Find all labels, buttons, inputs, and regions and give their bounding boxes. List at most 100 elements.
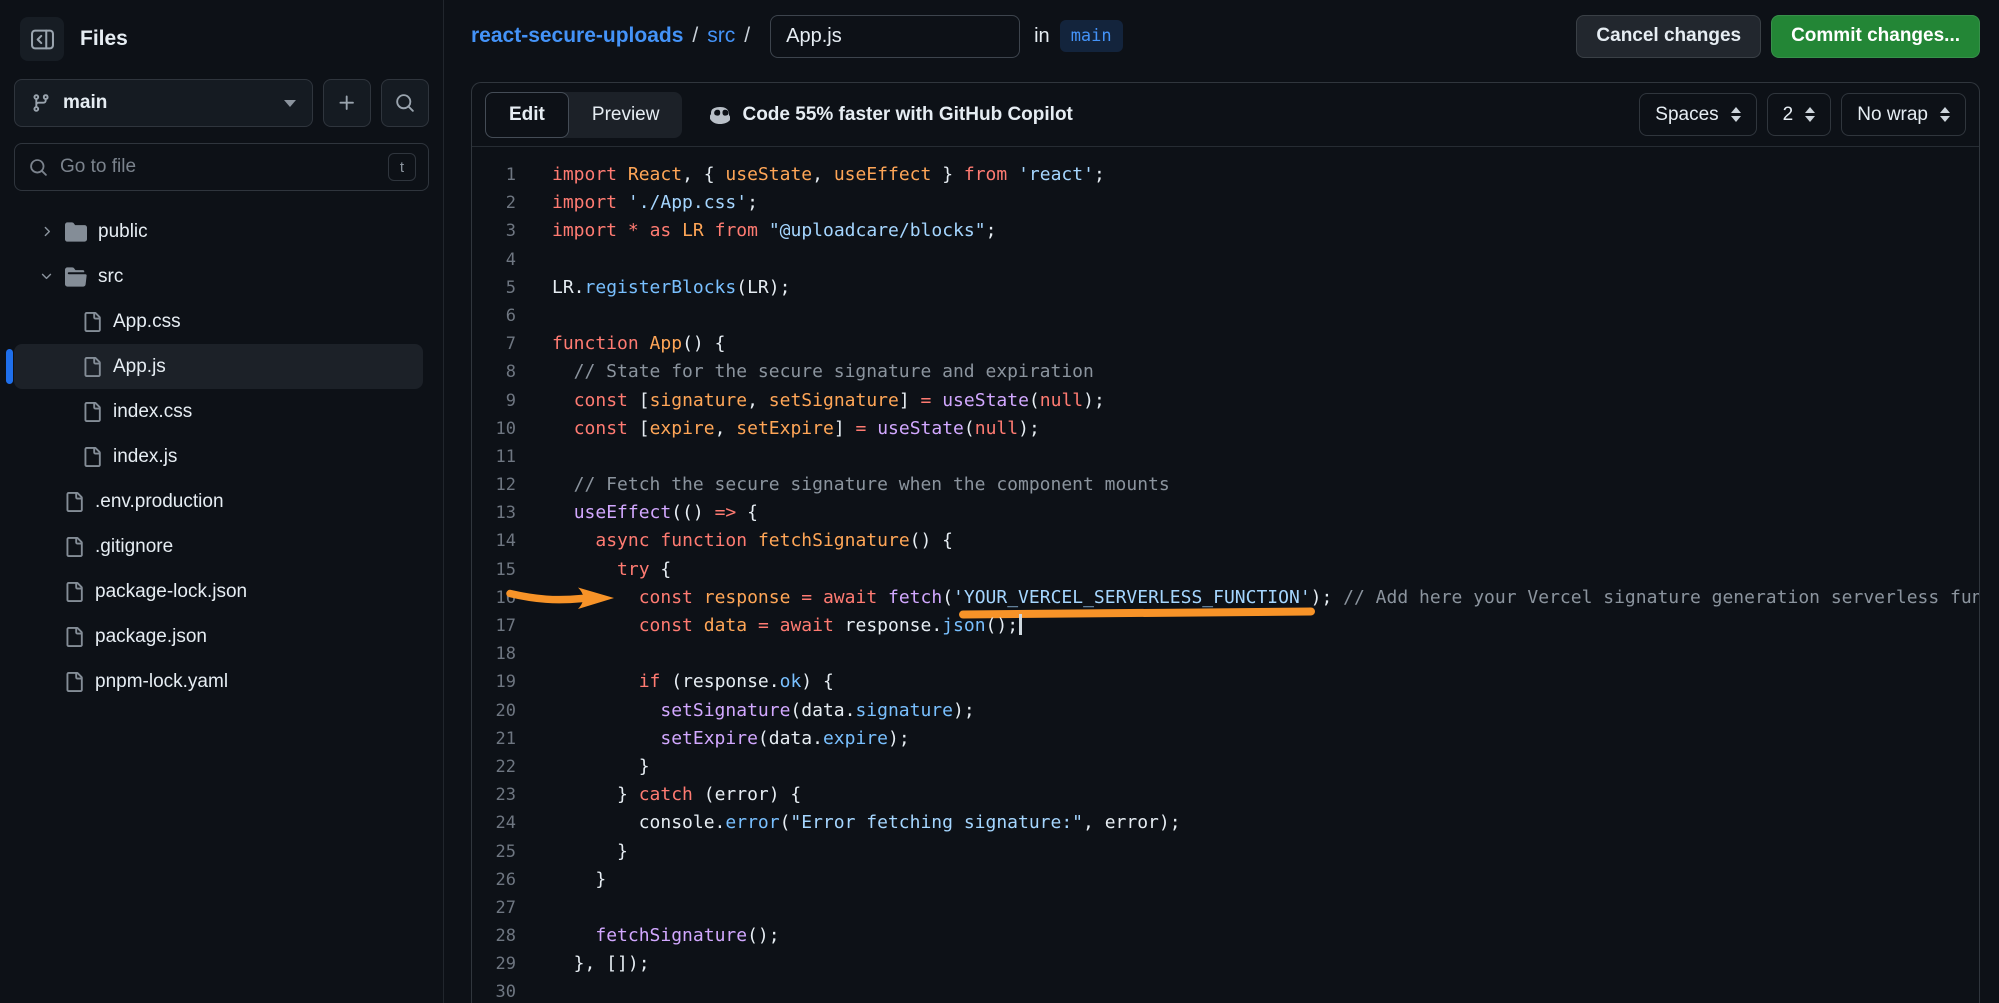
line-number: 22 bbox=[472, 753, 516, 781]
code-line-16[interactable]: 16 const response = await fetch('YOUR_VE… bbox=[472, 584, 1979, 612]
tree-item-public[interactable]: public bbox=[14, 209, 423, 254]
code-line-5[interactable]: 5 LR.registerBlocks(LR); bbox=[472, 274, 1979, 302]
tree-item-package.json[interactable]: package.json bbox=[14, 614, 423, 659]
annotation-arrow-icon bbox=[506, 583, 618, 613]
sidebar-title: Files bbox=[80, 27, 128, 51]
code-line-3[interactable]: 3 import * as LR from "@uploadcare/blocks… bbox=[472, 217, 1979, 245]
tree-item-src[interactable]: src bbox=[14, 254, 423, 299]
wrap-mode-select[interactable]: No wrap bbox=[1841, 93, 1966, 136]
line-number: 8 bbox=[472, 358, 516, 386]
line-number: 5 bbox=[472, 274, 516, 302]
code-line-4[interactable]: 4 bbox=[472, 246, 1979, 274]
cancel-changes-button[interactable]: Cancel changes bbox=[1576, 15, 1761, 58]
code-line-15[interactable]: 15 try { bbox=[472, 556, 1979, 584]
code-line-content: function App() { bbox=[552, 330, 725, 358]
tree-item-label: package.json bbox=[95, 626, 207, 648]
code-line-content: import * as LR from "@uploadcare/blocks"… bbox=[552, 217, 996, 245]
line-number: 14 bbox=[472, 527, 516, 555]
tree-item-.env.production[interactable]: .env.production bbox=[14, 479, 423, 524]
go-to-file-field[interactable]: t bbox=[14, 143, 429, 191]
code-line-18[interactable]: 18 bbox=[472, 640, 1979, 668]
code-line-29[interactable]: 29 }, []); bbox=[472, 950, 1979, 978]
code-line-14[interactable]: 14 async function fetchSignature() { bbox=[472, 527, 1979, 555]
tree-item-App.js[interactable]: App.js bbox=[14, 344, 423, 389]
code-line-26[interactable]: 26 } bbox=[472, 866, 1979, 894]
sidebar-controls: main bbox=[14, 79, 429, 127]
code-line-10[interactable]: 10 const [expire, setExpire] = useState(… bbox=[472, 415, 1979, 443]
text-cursor bbox=[1019, 614, 1022, 635]
code-line-27[interactable]: 27 bbox=[472, 894, 1979, 922]
file-icon bbox=[82, 402, 102, 422]
indent-size-select[interactable]: 2 bbox=[1767, 93, 1832, 136]
code-line-17[interactable]: 17 const data = await response.json(); bbox=[472, 612, 1979, 640]
code-line-9[interactable]: 9 const [signature, setSignature] = useS… bbox=[472, 387, 1979, 415]
line-number: 20 bbox=[472, 697, 516, 725]
tree-item-index.js[interactable]: index.js bbox=[14, 434, 423, 479]
collapse-sidebar-button[interactable] bbox=[20, 17, 64, 61]
code-line-25[interactable]: 25 } bbox=[472, 838, 1979, 866]
code-line-content: setSignature(data.signature); bbox=[552, 697, 975, 725]
filename-input[interactable] bbox=[770, 15, 1020, 58]
code-line-22[interactable]: 22 } bbox=[472, 753, 1979, 781]
file-icon bbox=[64, 672, 84, 692]
code-editor[interactable]: 1import React, { useState, useEffect } f… bbox=[472, 147, 1979, 1003]
line-number: 4 bbox=[472, 246, 516, 274]
code-line-content: const data = await response.json(); bbox=[552, 612, 1022, 640]
indent-mode-value: Spaces bbox=[1655, 104, 1718, 126]
code-line-7[interactable]: 7function App() { bbox=[472, 330, 1979, 358]
breadcrumb-repo-link[interactable]: react-secure-uploads bbox=[471, 24, 683, 48]
code-line-6[interactable]: 6 bbox=[472, 302, 1979, 330]
line-number: 12 bbox=[472, 471, 516, 499]
branch-selector[interactable]: main bbox=[14, 79, 313, 127]
go-to-file-input[interactable] bbox=[60, 156, 376, 178]
search-icon bbox=[395, 93, 415, 113]
branch-badge[interactable]: main bbox=[1060, 20, 1123, 52]
code-line-21[interactable]: 21 setExpire(data.expire); bbox=[472, 725, 1979, 753]
tree-item-pnpm-lock.yaml[interactable]: pnpm-lock.yaml bbox=[14, 659, 423, 704]
tree-item-App.css[interactable]: App.css bbox=[14, 299, 423, 344]
code-line-28[interactable]: 28 fetchSignature(); bbox=[472, 922, 1979, 950]
code-line-content: // State for the secure signature and ex… bbox=[552, 358, 1094, 386]
code-line-1[interactable]: 1import React, { useState, useEffect } f… bbox=[472, 161, 1979, 189]
tab-preview[interactable]: Preview bbox=[569, 92, 683, 138]
tree-item-label: index.css bbox=[113, 401, 192, 423]
new-file-button[interactable] bbox=[323, 79, 371, 127]
tree-item-.gitignore[interactable]: .gitignore bbox=[14, 524, 423, 569]
tab-edit[interactable]: Edit bbox=[485, 92, 569, 138]
line-number: 30 bbox=[472, 978, 516, 1003]
code-line-content: LR.registerBlocks(LR); bbox=[552, 274, 790, 302]
indent-mode-select[interactable]: Spaces bbox=[1639, 93, 1756, 136]
chevron-down-icon[interactable] bbox=[38, 269, 54, 284]
search-button[interactable] bbox=[381, 79, 429, 127]
breadcrumb-dir-link[interactable]: src bbox=[707, 24, 735, 48]
tree-item-label: index.js bbox=[113, 446, 177, 468]
code-line-23[interactable]: 23 } catch (error) { bbox=[472, 781, 1979, 809]
sidebar-header: Files bbox=[14, 0, 429, 75]
code-line-11[interactable]: 11 bbox=[472, 443, 1979, 471]
code-line-content: fetchSignature(); bbox=[552, 922, 780, 950]
copilot-promo-text: Code 55% faster with GitHub Copilot bbox=[742, 104, 1072, 126]
tree-item-label: App.css bbox=[113, 311, 181, 333]
code-line-20[interactable]: 20 setSignature(data.signature); bbox=[472, 697, 1979, 725]
file-icon bbox=[64, 627, 84, 647]
breadcrumb-separator: / bbox=[744, 24, 750, 48]
code-line-8[interactable]: 8 // State for the secure signature and … bbox=[472, 358, 1979, 386]
select-arrows-icon bbox=[1940, 107, 1950, 122]
line-number: 26 bbox=[472, 866, 516, 894]
copilot-promo[interactable]: Code 55% faster with GitHub Copilot bbox=[708, 103, 1072, 127]
tree-item-index.css[interactable]: index.css bbox=[14, 389, 423, 434]
code-line-content: const [signature, setSignature] = useSta… bbox=[552, 387, 1105, 415]
code-line-24[interactable]: 24 console.error("Error fetching signatu… bbox=[472, 809, 1979, 837]
indent-size-value: 2 bbox=[1783, 104, 1794, 126]
tree-item-package-lock.json[interactable]: package-lock.json bbox=[14, 569, 423, 614]
code-line-12[interactable]: 12 // Fetch the secure signature when th… bbox=[472, 471, 1979, 499]
code-line-2[interactable]: 2import './App.css'; bbox=[472, 189, 1979, 217]
chevron-right-icon[interactable] bbox=[38, 224, 54, 239]
code-line-content: async function fetchSignature() { bbox=[552, 527, 953, 555]
code-line-19[interactable]: 19 if (response.ok) { bbox=[472, 668, 1979, 696]
code-line-content: if (response.ok) { bbox=[552, 668, 834, 696]
code-line-13[interactable]: 13 useEffect(() => { bbox=[472, 499, 1979, 527]
commit-changes-button[interactable]: Commit changes... bbox=[1771, 15, 1980, 58]
code-line-30[interactable]: 30 bbox=[472, 978, 1979, 1003]
line-number: 3 bbox=[472, 217, 516, 245]
